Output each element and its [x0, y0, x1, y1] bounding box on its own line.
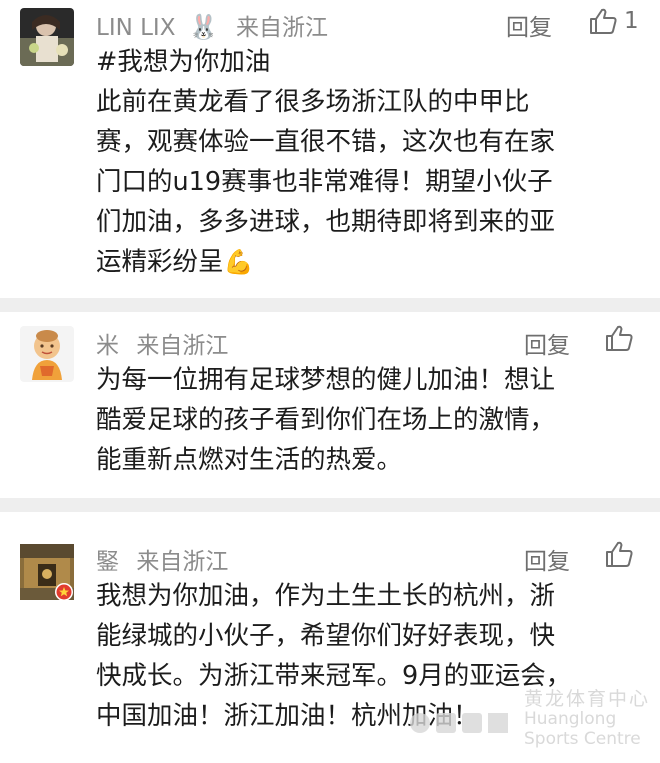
comment-line: 酷爱足球的孩子看到你们在场上的激情，: [96, 405, 556, 435]
comment-line: #我想为你加油: [96, 47, 271, 77]
comment-line: 此前在黄龙看了很多场浙江队的中甲比: [96, 87, 530, 117]
watermark: 黄龙体育中心 Huanglong Sports Centre: [410, 688, 652, 759]
avatar[interactable]: [20, 544, 74, 601]
avatar[interactable]: [20, 326, 74, 382]
like-button[interactable]: [604, 539, 640, 569]
like-count: 1: [624, 8, 639, 34]
username[interactable]: 米: [96, 333, 119, 359]
reply-button[interactable]: 回复: [524, 326, 570, 360]
watermark-en-2: Sports Centre: [524, 729, 641, 749]
huanglong-logo-icon: [410, 713, 508, 733]
comment-meta: 鋻 来自浙江: [96, 542, 228, 576]
location-label: 来自浙江: [235, 15, 328, 41]
like-button[interactable]: 1: [588, 6, 639, 36]
separator: [0, 298, 660, 312]
comment-line: 为每一位拥有足球梦想的健儿加油！想让: [96, 365, 556, 395]
watermark-en-1: Huanglong: [524, 709, 617, 729]
comment-line: 能重新点燃对生活的热爱。: [96, 445, 403, 475]
user-photo-icon: [20, 8, 74, 66]
comment-line-last: 运精彩纷呈💪: [96, 242, 636, 282]
comment-line-text: 运精彩纷呈: [96, 247, 224, 277]
comment-line: 们加油，多多进球，也期待即将到来的亚: [96, 207, 556, 237]
monk-avatar-icon: [20, 326, 74, 382]
location-label: 来自浙江: [136, 549, 229, 575]
comment-text: 为每一位拥有足球梦想的健儿加油！想让 酷爱足球的孩子看到你们在场上的激情， 能重…: [96, 360, 636, 480]
like-button[interactable]: [604, 323, 640, 353]
location-label: 来自浙江: [136, 333, 229, 359]
comment-meta: 米 来自浙江: [96, 326, 228, 360]
separator: [0, 498, 660, 512]
username[interactable]: LIN LIX: [96, 15, 175, 41]
username[interactable]: 鋻: [96, 549, 119, 575]
reply-button[interactable]: 回复: [524, 542, 570, 576]
comment-line: 能绿城的小伙子，希望你们好好表现，快: [96, 621, 556, 651]
temple-photo-icon: [20, 544, 74, 601]
comment-card-1: LIN LIX 🐰 来自浙江 回复 1 #我想为你加油 此前在黄龙看了很多场浙江…: [0, 0, 660, 298]
thumbs-up-icon: [590, 8, 617, 34]
thumbs-up-icon: [606, 325, 633, 351]
rabbit-emoji-icon: 🐰: [188, 13, 219, 41]
comment-text: #我想为你加油 此前在黄龙看了很多场浙江队的中甲比 赛，观赛体验一直很不错，这次…: [96, 42, 636, 282]
comment-line: 门口的u19赛事也非常难得！期望小伙子: [96, 167, 553, 197]
avatar[interactable]: [20, 8, 74, 66]
flexed-biceps-emoji-icon: 💪: [223, 248, 254, 276]
comment-card-2: 米 来自浙江 回复 为每一位拥有足球梦想的健儿加油！想让 酷爱足球的孩子看到你们…: [0, 312, 660, 498]
comment-line: 我想为你加油，作为土生土长的杭州，浙: [96, 581, 556, 611]
thumbs-up-icon: [606, 541, 633, 567]
comment-meta: LIN LIX 🐰 来自浙江: [96, 8, 328, 42]
comment-line: 赛，观赛体验一直很不错，这次也有在家: [96, 127, 556, 157]
reply-button[interactable]: 回复: [506, 8, 552, 42]
watermark-cn: 黄龙体育中心: [524, 688, 651, 710]
